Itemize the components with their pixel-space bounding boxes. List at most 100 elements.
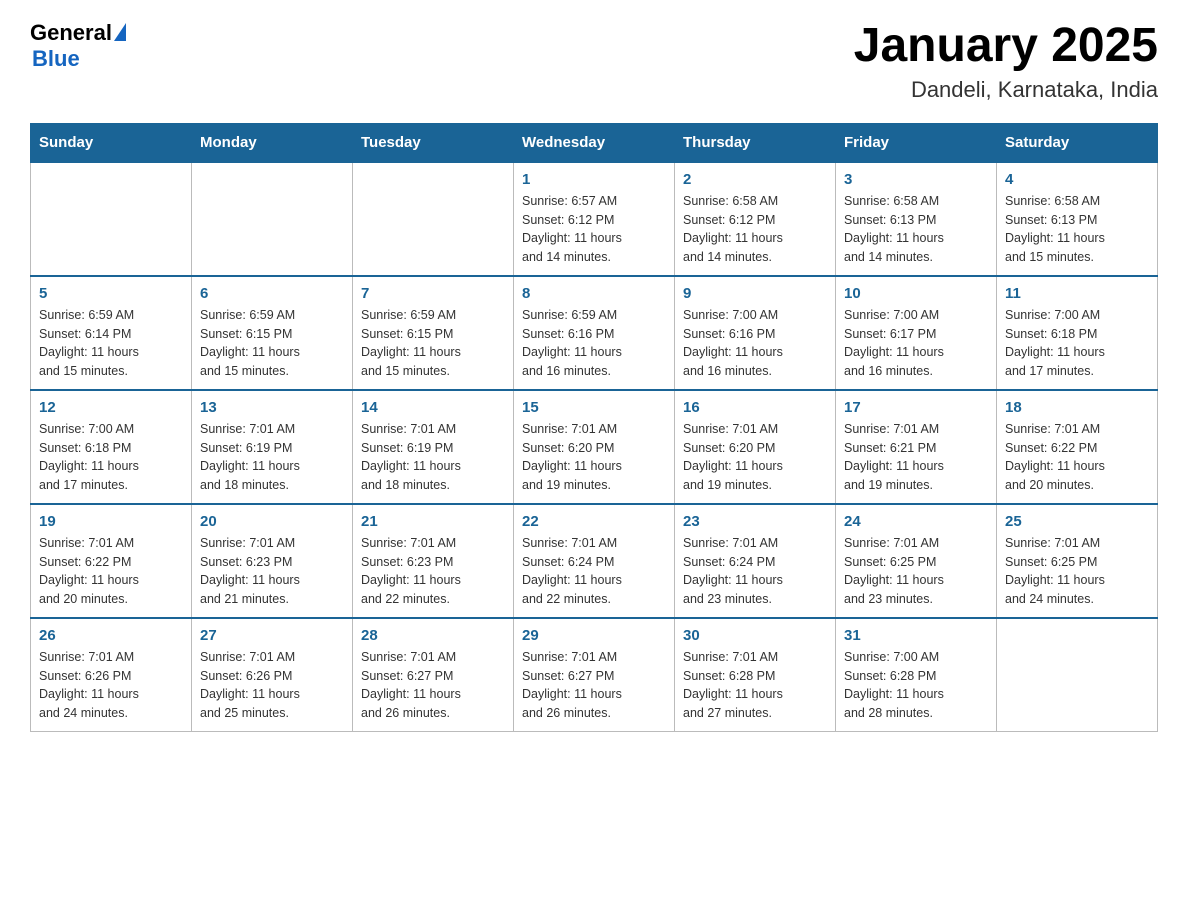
calendar-cell: 26 Sunrise: 7:01 AMSunset: 6:26 PMDayligh…	[31, 618, 192, 732]
day-info: Sunrise: 7:01 AM	[1005, 534, 1149, 553]
day-number: 20	[200, 513, 344, 530]
day-info: Sunrise: 7:01 AM	[844, 420, 988, 439]
day-info: Sunrise: 6:59 AM	[200, 306, 344, 325]
day-info: and 19 minutes.	[844, 476, 988, 495]
day-info: Sunrise: 7:01 AM	[39, 534, 183, 553]
day-info: Sunrise: 7:01 AM	[522, 420, 666, 439]
day-info: Sunset: 6:18 PM	[39, 439, 183, 458]
day-number: 4	[1005, 171, 1149, 188]
calendar-table: SundayMondayTuesdayWednesdayThursdayFrid…	[30, 123, 1158, 732]
day-number: 22	[522, 513, 666, 530]
day-info: Daylight: 11 hours	[39, 571, 183, 590]
day-info: Daylight: 11 hours	[39, 685, 183, 704]
day-info: Daylight: 11 hours	[361, 343, 505, 362]
day-number: 7	[361, 285, 505, 302]
day-info: and 16 minutes.	[522, 362, 666, 381]
calendar-cell: 3Sunrise: 6:58 AMSunset: 6:13 PMDaylight…	[836, 162, 997, 276]
day-number: 30	[683, 627, 827, 644]
day-info: Sunset: 6:24 PM	[683, 553, 827, 572]
day-info: and 14 minutes.	[844, 248, 988, 267]
day-info: and 21 minutes.	[200, 590, 344, 609]
day-info: Sunset: 6:26 PM	[39, 667, 183, 686]
day-info: Sunrise: 6:59 AM	[39, 306, 183, 325]
logo-general: General	[30, 20, 112, 46]
day-number: 27	[200, 627, 344, 644]
day-info: Daylight: 11 hours	[522, 343, 666, 362]
day-info: Sunrise: 7:01 AM	[1005, 420, 1149, 439]
day-info: Sunset: 6:19 PM	[200, 439, 344, 458]
calendar-cell	[353, 162, 514, 276]
logo-icon	[112, 25, 126, 41]
calendar-cell: 20Sunrise: 7:01 AMSunset: 6:23 PMDayligh…	[192, 504, 353, 618]
day-number: 17	[844, 399, 988, 416]
calendar-cell: 2Sunrise: 6:58 AMSunset: 6:12 PMDaylight…	[675, 162, 836, 276]
day-info: Sunrise: 7:01 AM	[522, 648, 666, 667]
day-info: Sunset: 6:23 PM	[200, 553, 344, 572]
calendar-location: Dandeli, Karnataka, India	[854, 77, 1158, 103]
day-number: 11	[1005, 285, 1149, 302]
day-info: Sunset: 6:27 PM	[361, 667, 505, 686]
day-info: Daylight: 11 hours	[200, 571, 344, 590]
calendar-cell: 23Sunrise: 7:01 AMSunset: 6:24 PMDayligh…	[675, 504, 836, 618]
day-of-week-header: Wednesday	[514, 123, 675, 162]
day-info: Daylight: 11 hours	[844, 571, 988, 590]
day-info: Daylight: 11 hours	[200, 343, 344, 362]
calendar-cell: 28Sunrise: 7:01 AMSunset: 6:27 PMDayligh…	[353, 618, 514, 732]
day-info: Daylight: 11 hours	[200, 457, 344, 476]
calendar-cell	[192, 162, 353, 276]
calendar-cell: 24Sunrise: 7:01 AMSunset: 6:25 PMDayligh…	[836, 504, 997, 618]
calendar-cell: 19Sunrise: 7:01 AMSunset: 6:22 PMDayligh…	[31, 504, 192, 618]
day-info: Daylight: 11 hours	[683, 457, 827, 476]
day-info: Daylight: 11 hours	[683, 343, 827, 362]
day-info: and 19 minutes.	[683, 476, 827, 495]
day-info: and 24 minutes.	[39, 704, 183, 723]
day-info: Sunset: 6:22 PM	[39, 553, 183, 572]
day-info: Daylight: 11 hours	[683, 229, 827, 248]
day-info: Sunset: 6:28 PM	[844, 667, 988, 686]
day-info: Sunrise: 7:01 AM	[39, 648, 183, 667]
day-info: Sunrise: 7:01 AM	[200, 420, 344, 439]
day-info: Sunrise: 6:58 AM	[683, 192, 827, 211]
day-info: Daylight: 11 hours	[200, 685, 344, 704]
day-info: and 26 minutes.	[522, 704, 666, 723]
calendar-cell: 8Sunrise: 6:59 AMSunset: 6:16 PMDaylight…	[514, 276, 675, 390]
day-info: Daylight: 11 hours	[1005, 457, 1149, 476]
day-number: 24	[844, 513, 988, 530]
day-number: 14	[361, 399, 505, 416]
day-info: Daylight: 11 hours	[361, 571, 505, 590]
day-info: and 19 minutes.	[522, 476, 666, 495]
day-info: Sunset: 6:28 PM	[683, 667, 827, 686]
day-info: and 15 minutes.	[361, 362, 505, 381]
week-row: 26Sunrise: 7:01 AMSunset: 6:26 PMDayligh…	[31, 618, 1158, 732]
day-info: Sunset: 6:21 PM	[844, 439, 988, 458]
day-info: and 15 minutes.	[1005, 248, 1149, 267]
day-number: 2	[683, 171, 827, 188]
day-info: Sunset: 6:16 PM	[683, 325, 827, 344]
day-number: 26	[39, 627, 183, 644]
day-info: Sunrise: 6:57 AM	[522, 192, 666, 211]
day-info: Sunset: 6:24 PM	[522, 553, 666, 572]
day-info: and 14 minutes.	[683, 248, 827, 267]
day-info: Sunrise: 7:00 AM	[683, 306, 827, 325]
day-info: and 20 minutes.	[1005, 476, 1149, 495]
day-of-week-header: Saturday	[997, 123, 1158, 162]
day-info: and 23 minutes.	[844, 590, 988, 609]
day-info: and 18 minutes.	[200, 476, 344, 495]
day-info: Sunset: 6:27 PM	[522, 667, 666, 686]
calendar-cell: 9Sunrise: 7:00 AMSunset: 6:16 PMDaylight…	[675, 276, 836, 390]
day-info: Daylight: 11 hours	[844, 685, 988, 704]
day-info: Sunset: 6:18 PM	[1005, 325, 1149, 344]
day-number: 23	[683, 513, 827, 530]
day-info: Sunset: 6:16 PM	[522, 325, 666, 344]
day-number: 1	[522, 171, 666, 188]
week-row: 19Sunrise: 7:01 AMSunset: 6:22 PMDayligh…	[31, 504, 1158, 618]
day-info: Daylight: 11 hours	[683, 685, 827, 704]
day-number: 12	[39, 399, 183, 416]
day-info: Sunset: 6:15 PM	[200, 325, 344, 344]
day-info: Sunrise: 7:01 AM	[361, 534, 505, 553]
day-info: Daylight: 11 hours	[844, 229, 988, 248]
day-info: and 24 minutes.	[1005, 590, 1149, 609]
day-info: Daylight: 11 hours	[683, 571, 827, 590]
logo-blue: Blue	[32, 46, 80, 71]
day-info: and 15 minutes.	[39, 362, 183, 381]
